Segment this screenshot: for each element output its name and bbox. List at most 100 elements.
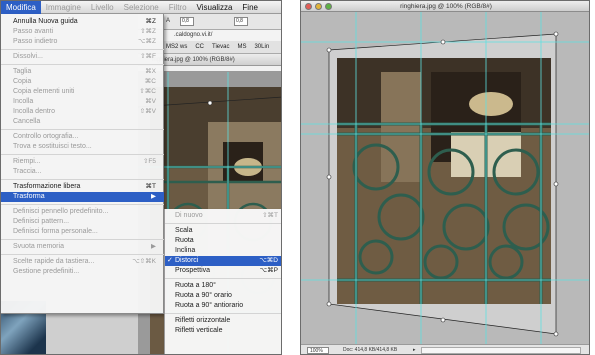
menubar-item[interactable]: Filtro	[164, 1, 192, 14]
menubar-item[interactable]: Visualizza	[192, 1, 238, 14]
menu-item-label: Ruota a 90° antiorario	[175, 302, 244, 309]
menu-item-shortcut: ▶	[151, 193, 156, 200]
edit-menu-item: Riempi... ⇧F5	[1, 157, 164, 167]
menu-item-label: Controllo ortografia...	[13, 133, 79, 140]
menu-separator	[1, 204, 164, 205]
status-bar: 100% Doc: 414,8 KB/414,8 KB ▸	[301, 344, 589, 354]
transform-submenu-item[interactable]: Ruota a 90° antiorario	[165, 301, 281, 311]
menu-item-label: Copia	[13, 78, 32, 85]
menu-item-label: Distorci	[175, 257, 199, 264]
edit-menu-item: Svuota memoria ▶	[1, 242, 164, 252]
zoom-field[interactable]: 100%	[307, 347, 329, 354]
edit-menu-item[interactable]: Trasforma ▶	[1, 192, 164, 202]
menu-separator	[1, 64, 164, 65]
menu-item-label: Taglia	[13, 68, 32, 75]
edit-menu-item[interactable]: Annulla Nuova guida ⌘Z	[1, 17, 164, 27]
menu-item-shortcut: ⌘V	[145, 98, 156, 105]
menu-item-shortcut: ⇧⌘V	[139, 108, 156, 115]
menubar-item[interactable]: Immagine	[41, 1, 86, 14]
menu-item-label: Cancella	[13, 118, 41, 125]
options-bar-item[interactable]: Tievac	[212, 44, 229, 50]
distorted-photo	[301, 12, 589, 344]
menu-item-label: Ruota	[175, 237, 194, 244]
doc-size: Doc: 414,8 KB/414,8 KB	[343, 347, 398, 353]
options-bar-item[interactable]: CC	[195, 44, 204, 50]
transform-submenu-item[interactable]: Inclina	[165, 246, 281, 256]
menu-item-shortcut: ⇧⌘T	[262, 212, 278, 219]
edit-menu-item: Copia elementi uniti ⇧⌘C	[1, 87, 164, 97]
transform-submenu-item[interactable]: Ruota	[165, 236, 281, 246]
edit-menu-item: Incolla dentro ⇧⌘V	[1, 107, 164, 117]
menu-item-shortcut: ⌥⇧⌘K	[132, 258, 156, 265]
edit-menu-item: Scelte rapide da tastiera... ⌥⇧⌘K	[1, 257, 164, 267]
menu-separator	[1, 179, 164, 180]
edit-menu-item: Passo indietro ⌥⌘Z	[1, 37, 164, 47]
transform-submenu-item[interactable]: Scala	[165, 226, 281, 236]
menu-item-label: Scala	[175, 227, 193, 234]
edit-menu-dropdown[interactable]: Annulla Nuova guida ⌘Z Passo avanti ⇧⌘Z Pass…	[1, 14, 164, 314]
menu-item-shortcut: ⇧⌘F	[140, 53, 156, 60]
options-bar-item[interactable]: 30Lin	[254, 44, 269, 50]
menu-separator	[1, 154, 164, 155]
menu-item-label: Definisci pattern...	[13, 218, 70, 225]
menubar-item[interactable]: Livello	[86, 1, 119, 14]
edit-menu-item: Copia ⌘C	[1, 77, 164, 87]
edit-menu-item: Incolla ⌘V	[1, 97, 164, 107]
transform-submenu[interactable]: Di nuovo ⇧⌘T Scala Ruota Inclina ✓ Distorci ⌥⌘D…	[164, 209, 281, 354]
transform-submenu-item: Di nuovo ⇧⌘T	[165, 211, 281, 221]
menu-item-label: Trova e sostituisci testo...	[13, 143, 92, 150]
transform-submenu-item[interactable]: Rifletti verticale	[165, 326, 281, 336]
options-bar-item[interactable]: MS	[237, 44, 246, 50]
edit-menu-item: Gestione predefiniti...	[1, 267, 164, 277]
menu-item-shortcut: ⇧⌘Z	[140, 28, 156, 35]
menu-item-label: Definisci pennello predefinito...	[13, 208, 109, 215]
menu-item-shortcut: ⌘X	[145, 68, 156, 75]
menu-item-label: Ruota a 180°	[175, 282, 216, 289]
menu-item-label: Di nuovo	[175, 212, 203, 219]
menu-item-label: Incolla	[13, 98, 34, 105]
menu-item-label: Prospettiva	[175, 267, 211, 274]
menu-item-label: Scelte rapide da tastiera...	[13, 258, 95, 265]
horizontal-scrollbar[interactable]	[421, 347, 581, 354]
menu-separator	[165, 313, 281, 314]
close-button[interactable]	[305, 3, 312, 10]
edit-menu-item: Taglia ⌘X	[1, 67, 164, 77]
status-arrow-icon[interactable]: ▸	[413, 345, 416, 354]
transform-submenu-item[interactable]: Rifletti orizzontale	[165, 316, 281, 326]
menu-item-label: Inclina	[175, 247, 196, 254]
edit-menu-item: Trova e sostituisci testo...	[1, 142, 164, 152]
edit-menu-item: Definisci pennello predefinito...	[1, 207, 164, 217]
options-bar-item[interactable]: MS2 ws	[166, 44, 187, 50]
zoom-button[interactable]	[325, 3, 332, 10]
left-photoshop-window: Modifica Immagine Livello Selezione Filtro Vi…	[0, 0, 282, 355]
menubar-item[interactable]: Fine	[237, 1, 263, 14]
menu-item-shortcut: ⌘Z	[145, 18, 156, 25]
toolbar-field-2[interactable]: 0,8	[234, 17, 248, 26]
transform-submenu-item[interactable]: Ruota a 90° orario	[165, 291, 281, 301]
edit-menu-item: Traccia...	[1, 167, 164, 177]
canvas-right[interactable]	[301, 12, 589, 344]
menu-separator	[165, 278, 281, 279]
menu-item-label: Rifletti orizzontale	[175, 317, 231, 324]
menu-item-label: Svuota memoria	[13, 243, 64, 250]
menubar-item[interactable]: Modifica	[1, 1, 41, 14]
menu-item-label: Annulla Nuova guida	[13, 18, 78, 25]
transform-submenu-item[interactable]: Prospettiva ⌥⌘P	[165, 266, 281, 276]
menu-separator	[1, 49, 164, 50]
menu-item-label: Rifletti verticale	[175, 327, 223, 334]
edit-menu-item[interactable]: Trasformazione libera ⌘T	[1, 182, 164, 192]
menubar-item[interactable]: Selezione	[119, 1, 164, 14]
edit-menu-item: Definisci forma personale...	[1, 227, 164, 237]
menu-item-label: Trasforma	[13, 193, 45, 200]
transform-submenu-item[interactable]: Ruota a 180°	[165, 281, 281, 291]
menu-item-label: Passo avanti	[13, 28, 54, 35]
menu-separator	[1, 239, 164, 240]
edit-menu-item: Controllo ortografia...	[1, 132, 164, 142]
transform-submenu-item[interactable]: ✓ Distorci ⌥⌘D	[165, 256, 281, 266]
menu-separator	[165, 223, 281, 224]
toolbar-field-1[interactable]: 0,8	[180, 17, 194, 26]
document-title: ringhiera.jpg @ 100% (RGB/8#)	[400, 3, 492, 10]
minimize-button[interactable]	[315, 3, 322, 10]
menu-item-shortcut: ⇧F5	[142, 158, 156, 165]
edit-menu-item: Dissolvi... ⇧⌘F	[1, 52, 164, 62]
